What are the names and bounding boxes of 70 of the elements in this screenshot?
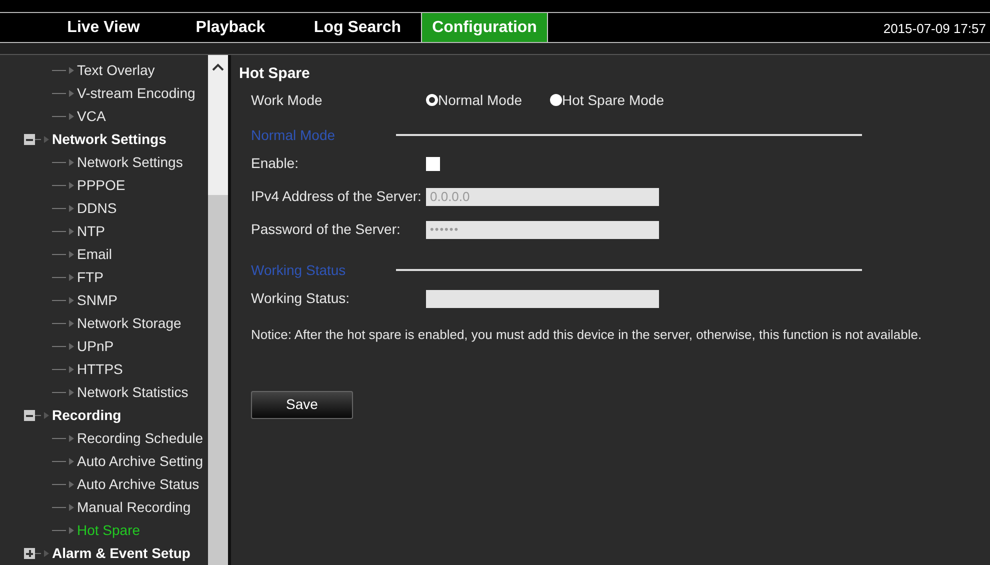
arrow-icon <box>69 504 74 511</box>
arrow-icon <box>69 274 74 281</box>
tree-group[interactable]: Recording <box>52 405 122 426</box>
tree-item[interactable]: Network Settings <box>77 152 183 173</box>
tree-item[interactable]: Manual Recording <box>77 497 191 518</box>
collapse-icon[interactable] <box>24 134 35 145</box>
arrow-icon <box>69 67 74 74</box>
arrow-icon <box>44 136 49 143</box>
arrow-icon <box>69 297 74 304</box>
arrow-icon <box>69 251 74 258</box>
nav-tab[interactable]: Live View <box>40 13 167 42</box>
tree-item[interactable]: FTP <box>77 267 104 288</box>
arrow-icon <box>44 412 49 419</box>
arrow-icon <box>44 550 49 557</box>
field-label: Enable: <box>251 154 300 173</box>
field-label: Work Mode <box>251 90 324 110</box>
section-heading: Working Status <box>251 260 347 280</box>
tree-item[interactable]: Text Overlay <box>77 60 155 81</box>
arrow-icon <box>69 182 74 189</box>
arrow-icon <box>69 228 74 235</box>
radio-icon[interactable] <box>550 94 562 106</box>
tree-item[interactable]: DDNS <box>77 198 117 219</box>
save-button[interactable]: Save <box>251 390 353 418</box>
arrow-icon <box>69 481 74 488</box>
tree-item[interactable]: VCA <box>77 106 106 127</box>
scroll-up-icon[interactable] <box>212 63 224 71</box>
arrow-icon <box>69 113 74 120</box>
tree-item[interactable]: Hot Spare <box>77 520 140 541</box>
radio-icon[interactable] <box>426 94 438 106</box>
nav-tab[interactable]: Playback <box>167 13 294 42</box>
field-label: Working Status: <box>251 289 351 308</box>
text-field[interactable] <box>426 290 659 308</box>
arrow-icon <box>69 90 74 97</box>
radio-option[interactable]: Normal Mode <box>426 90 522 110</box>
arrow-icon <box>69 366 74 373</box>
tree-item[interactable]: PPPOE <box>77 175 126 196</box>
radio-option[interactable]: Hot Spare Mode <box>550 90 664 110</box>
collapse-icon[interactable] <box>24 410 35 421</box>
tree-item[interactable]: HTTPS <box>77 359 123 380</box>
arrow-icon <box>69 343 74 350</box>
checkbox[interactable] <box>426 156 440 170</box>
scrollbar[interactable] <box>208 55 228 565</box>
section-heading: Normal Mode <box>251 126 336 144</box>
arrow-icon <box>69 320 74 327</box>
tree-item[interactable]: Network Storage <box>77 313 182 334</box>
arrow-icon <box>69 527 74 534</box>
arrow-icon <box>69 159 74 166</box>
tree-item[interactable]: Email <box>77 244 112 265</box>
tree-item[interactable]: V-stream Encoding <box>77 83 196 104</box>
nav-tab[interactable]: Configuration <box>421 13 548 42</box>
tree-item[interactable]: SNMP <box>77 290 118 311</box>
notice-text: Notice: After the hot spare is enabled, you must add this device in the server, otherwise, this function is not available. <box>251 326 923 344</box>
tree-item[interactable]: UPnP <box>77 336 114 357</box>
tree-item[interactable]: NTP <box>77 221 105 242</box>
arrow-icon <box>69 458 74 465</box>
field-label: Password of the Server: <box>251 220 402 239</box>
arrow-icon <box>69 435 74 442</box>
tree-group[interactable]: Alarm & Event Setup <box>52 543 190 564</box>
tree-group[interactable]: Network Settings <box>52 129 166 150</box>
nav-tab[interactable]: Log Search <box>294 13 421 42</box>
tree-item[interactable]: Recording Schedule <box>77 428 204 449</box>
tree-item[interactable]: Auto Archive Status <box>77 474 200 495</box>
tree-item[interactable]: Auto Archive Setting <box>77 451 204 472</box>
datetime: 2015-07-09 17:57 <box>883 20 987 38</box>
tree-item[interactable]: Network Statistics <box>77 382 188 403</box>
arrow-icon <box>69 389 74 396</box>
page-title: Hot Spare <box>239 64 311 84</box>
field-label: IPv4 Address of the Server: <box>251 187 422 206</box>
expand-icon[interactable] <box>24 548 35 559</box>
arrow-icon <box>69 205 74 212</box>
